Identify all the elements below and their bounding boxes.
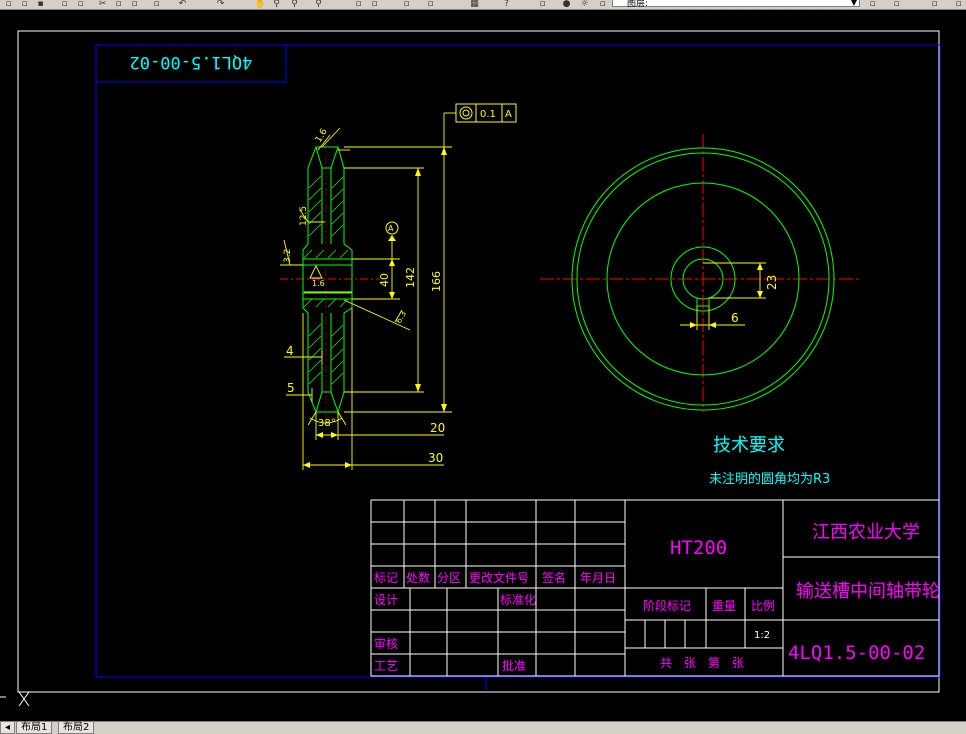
designcenter-icon[interactable]: ▫: [952, 0, 965, 9]
label-weight: 重量: [712, 599, 736, 613]
calculator-icon[interactable]: ▫: [424, 0, 437, 9]
label-scale: 比例: [751, 599, 775, 613]
redo-icon[interactable]: ↷: [214, 0, 227, 9]
label-zone: 分区: [437, 571, 461, 585]
zoom-realtime-icon[interactable]: ⚲: [270, 0, 283, 9]
label-sheets: 共 张 第 张: [660, 656, 744, 670]
label-process: 工艺: [374, 659, 398, 673]
label-date: 年月日: [580, 571, 616, 585]
rough-left: 3.2: [283, 249, 293, 263]
drawing-canvas[interactable]: 4QL1.5-00-02 0.1 A A 1.6 12.5 3.2 1.6 6.…: [0, 10, 966, 720]
runout-value: 0.1: [480, 109, 496, 120]
lock-icon[interactable]: ▫: [596, 0, 609, 9]
chevron-down-icon[interactable]: ▼: [851, 0, 857, 7]
rough-side: 12.5: [299, 206, 309, 226]
match-icon[interactable]: ▫: [150, 0, 163, 9]
undo-icon[interactable]: ↶: [176, 0, 189, 9]
layer-value: 图层:: [627, 0, 649, 9]
pan-icon[interactable]: ✋: [254, 0, 267, 9]
dim-5: 5: [287, 381, 295, 395]
zoom-window-icon[interactable]: ⚲: [288, 0, 301, 9]
rough-bore: 1.6: [312, 279, 325, 288]
material-label: HT200: [670, 537, 727, 559]
properties-icon[interactable]: ▫: [352, 0, 365, 9]
label-review: 审核: [374, 636, 398, 651]
dim-40: 40: [378, 273, 391, 287]
dim-20: 20: [430, 421, 445, 435]
label-stage-mark: 阶段标记: [643, 598, 691, 613]
standard-toolbar: ▫ ▫ ▪ ▫ ▫ ✂ ▫ ▫ ▫ ↶ ↷ ✋ ⚲ ⚲ ⚲ ▫ ▫ ▫ ▫ ▦ …: [0, 0, 966, 10]
tab-model-edge[interactable]: ◂: [0, 722, 16, 734]
print-icon[interactable]: ▫: [58, 0, 71, 9]
help-icon[interactable]: ?: [500, 0, 513, 9]
dim-166: 166: [430, 271, 443, 292]
pulley-front-view: [540, 134, 862, 412]
label-sign: 签名: [542, 570, 566, 585]
drawing-code-label: 4LQ1.5-00-02: [788, 642, 925, 664]
properties-icon[interactable]: ▫: [928, 0, 941, 9]
paste-icon[interactable]: ▫: [128, 0, 141, 9]
lightbulb-icon[interactable]: ▫: [890, 0, 903, 9]
zoom-previous-icon[interactable]: ⚲: [312, 0, 325, 9]
datum-label: A: [388, 224, 394, 233]
copy-icon[interactable]: ▫: [112, 0, 125, 9]
ucs-icon: [0, 691, 30, 707]
preview-icon[interactable]: ▫: [74, 0, 87, 9]
toolpalette-icon[interactable]: ▫: [400, 0, 413, 9]
rough-top: 1.6: [314, 127, 330, 145]
layer-state-icon[interactable]: ▫: [536, 0, 549, 9]
runout-datum: A: [505, 109, 512, 120]
label-standardize: 标准化: [500, 593, 536, 607]
calculator-icon[interactable]: ▦: [468, 0, 481, 9]
dim-30: 30: [428, 451, 443, 465]
label-mark: 标记: [374, 571, 398, 585]
tab-layout1[interactable]: 布局1: [16, 722, 53, 734]
sun-icon[interactable]: ☼: [578, 0, 591, 9]
label-change-doc: 更改文件号: [469, 570, 529, 585]
part-name-label: 输送槽中间轴带轮: [796, 581, 940, 602]
layout-tabbar: ◂ 布局1 布局2: [0, 721, 966, 734]
label-design: 设计: [374, 593, 398, 607]
dim-38-angle: 38°: [318, 418, 336, 429]
university-label: 江西农业大学: [812, 522, 920, 543]
scale-value: 1:2: [754, 630, 770, 641]
rough-slant: 6.3: [394, 309, 408, 325]
tech-requirements-note: 未注明的圆角均为R3: [709, 471, 830, 487]
layer-dropdown[interactable]: 图层: ▼: [612, 0, 860, 9]
dim-142: 142: [404, 267, 417, 288]
new-icon[interactable]: ▫: [2, 0, 15, 9]
lightbulb-icon[interactable]: ●: [560, 0, 573, 9]
tab-layout2[interactable]: 布局2: [58, 722, 95, 734]
open-icon[interactable]: ▫: [18, 0, 31, 9]
label-count: 处数: [406, 570, 430, 585]
dim-key-6: 6: [731, 311, 739, 325]
mirrored-code: 4QL1.5-00-02: [130, 52, 253, 72]
save-icon[interactable]: ▪: [34, 0, 47, 9]
dim-key-23: 23: [765, 275, 779, 290]
dim-4: 4: [286, 344, 294, 358]
label-approve: 批准: [502, 658, 526, 673]
tech-requirements-title: 技术要求: [713, 435, 785, 456]
color-icon[interactable]: ▫: [866, 0, 879, 9]
designcenter-icon[interactable]: ▫: [368, 0, 381, 9]
cut-icon[interactable]: ✂: [96, 0, 109, 9]
